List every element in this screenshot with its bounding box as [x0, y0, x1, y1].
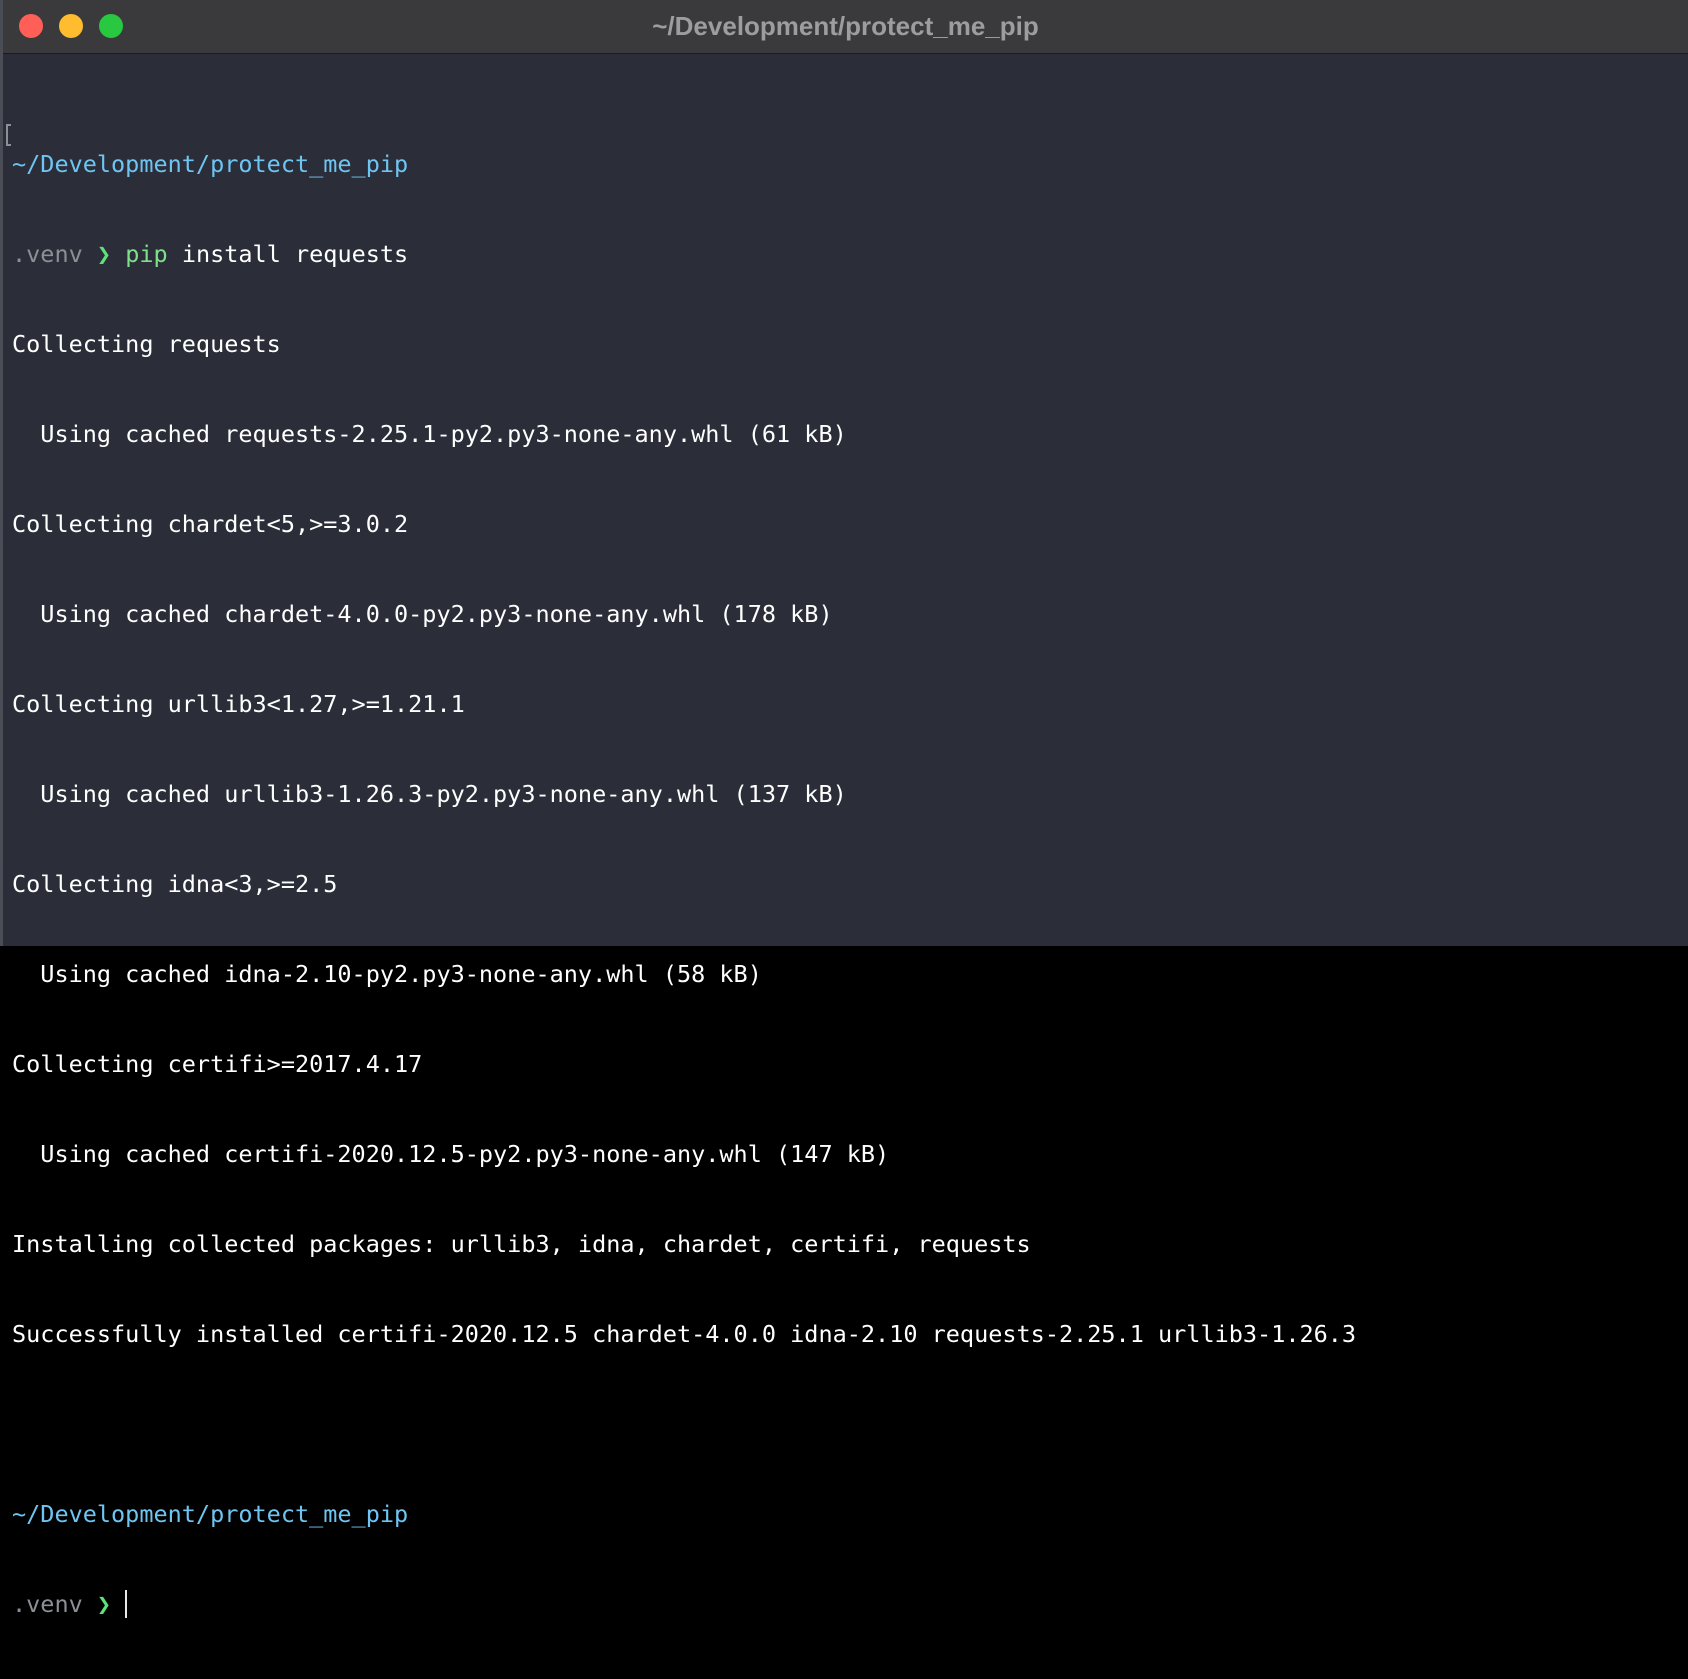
output-line: Collecting chardet<5,>=3.0.2 — [12, 510, 409, 538]
output-line: Using cached urllib3-1.26.3-py2.py3-none… — [12, 780, 847, 808]
prompt-path: ~/Development/protect_me_pip — [12, 150, 409, 178]
output-line: Using cached idna-2.10-py2.py3-none-any.… — [12, 960, 762, 988]
venv-indicator: .venv — [12, 240, 83, 268]
output-line: Using cached chardet-4.0.0-py2.py3-none-… — [12, 600, 833, 628]
text-cursor[interactable] — [125, 1590, 128, 1618]
output-line: Collecting requests — [12, 330, 281, 358]
selection-bracket-icon — [6, 124, 11, 146]
prompt-arrow-icon: ❯ — [96, 1590, 112, 1618]
venv-indicator: .venv — [12, 1590, 83, 1618]
output-line: Using cached certifi-2020.12.5-py2.py3-n… — [12, 1140, 890, 1168]
output-line: Using cached requests-2.25.1-py2.py3-non… — [12, 420, 847, 448]
command-line: .venv ❯ pip install requests — [12, 239, 1688, 269]
prompt-path: ~/Development/protect_me_pip — [12, 1500, 409, 1528]
command-args: install requests — [167, 240, 409, 268]
output-line: Installing collected packages: urllib3, … — [12, 1230, 1031, 1258]
output-line: Collecting idna<3,>=2.5 — [12, 870, 338, 898]
title-bar[interactable]: ~/Development/protect_me_pip — [3, 0, 1688, 54]
command-name: pip — [125, 240, 168, 268]
terminal-output[interactable]: ~/Development/protect_me_pip .venv ❯ pip… — [12, 89, 1688, 1679]
output-line: Collecting certifi>=2017.4.17 — [12, 1050, 423, 1078]
terminal-window: ~/Development/protect_me_pip ~/Developme… — [0, 0, 1688, 1618]
prompt-arrow-icon: ❯ — [96, 240, 112, 268]
window-title: ~/Development/protect_me_pip — [652, 11, 1039, 41]
output-line: Successfully installed certifi-2020.12.5… — [12, 1320, 1357, 1348]
active-prompt-line[interactable]: .venv ❯ — [12, 1589, 1688, 1619]
output-line: Collecting urllib3<1.27,>=1.21.1 — [12, 690, 465, 718]
